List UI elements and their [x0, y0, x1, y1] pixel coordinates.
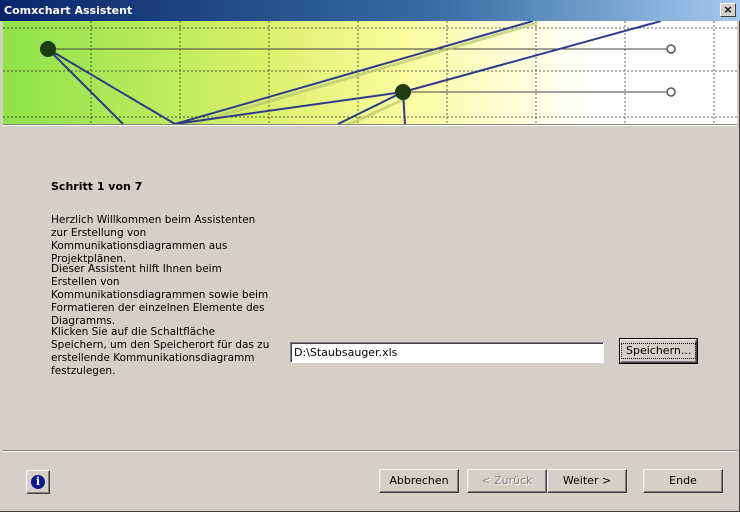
back-button[interactable]: < Zurück: [467, 469, 547, 493]
intro-paragraph-instructions: Klicken Sie auf die Schaltfläche Speiche…: [51, 326, 270, 377]
info-icon: i: [31, 475, 45, 489]
window-title: Comxchart Assistent: [4, 4, 133, 17]
cancel-button[interactable]: Abbrechen: [379, 469, 459, 493]
next-button[interactable]: Weiter >: [547, 469, 627, 493]
wizard-window: Comxchart Assistent × Schritt 1 von 7 He…: [0, 0, 740, 512]
banner-graphic: [3, 21, 737, 124]
close-button[interactable]: ×: [720, 3, 736, 17]
finish-button[interactable]: Ende: [643, 469, 723, 493]
title-bar: Comxchart Assistent ×: [0, 0, 740, 21]
close-icon: ×: [723, 3, 733, 16]
intro-paragraph-purpose: Dieser Assistent hilft Ihnen beim Erstel…: [51, 263, 269, 327]
step-indicator: Schritt 1 von 7: [51, 180, 143, 193]
save-path-field[interactable]: D:\Staubsauger.xls: [290, 342, 604, 363]
save-button-label: Speichern...: [621, 343, 697, 359]
intro-paragraph-welcome: Herzlich Willkommen beim Assistenten zur…: [51, 214, 256, 265]
header-banner-image: [3, 21, 737, 124]
footer-divider: [3, 450, 737, 452]
save-button[interactable]: Speichern...: [619, 338, 698, 364]
info-button[interactable]: i: [26, 470, 50, 494]
banner-divider: [3, 124, 737, 126]
